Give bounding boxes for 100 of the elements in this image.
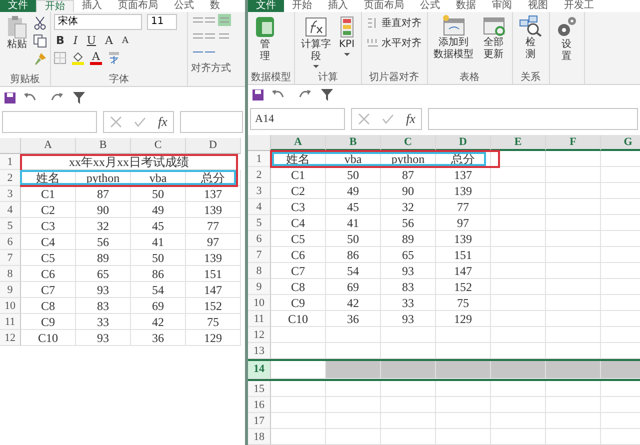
bold-button[interactable]: B	[54, 34, 66, 47]
table-cell	[491, 247, 546, 263]
column-header[interactable]: D	[186, 138, 241, 154]
row-header[interactable]: 5	[0, 218, 21, 234]
column-header[interactable]: G	[601, 135, 640, 151]
cut-icon[interactable]	[33, 16, 47, 30]
font-size-field[interactable]: 11	[147, 14, 177, 30]
paste-button[interactable]: 粘贴	[3, 14, 31, 52]
row-header[interactable]: 9	[248, 279, 271, 295]
column-header[interactable]: D	[436, 135, 491, 151]
insert-function-button[interactable]: fx	[406, 111, 416, 127]
column-header[interactable]: C	[131, 138, 186, 154]
row-header[interactable]: 1	[0, 154, 21, 170]
ribbon-tab[interactable]: 开始	[284, 0, 320, 12]
ribbon-tab[interactable]: 公式	[412, 0, 448, 12]
row-header[interactable]: 6	[0, 234, 21, 250]
row-header[interactable]: 12	[0, 330, 21, 346]
table-cell: vba	[131, 170, 186, 186]
ribbon-tab[interactable]: 视图	[520, 0, 556, 12]
ribbon-tab[interactable]: 插入	[320, 0, 356, 12]
brush-icon[interactable]	[33, 52, 47, 66]
ribbon-button[interactable]: KPI	[336, 14, 358, 57]
row-header[interactable]: 13	[248, 343, 271, 359]
select-all-corner[interactable]	[248, 135, 271, 151]
ribbon-button[interactable]: 检 测	[516, 14, 546, 62]
column-header[interactable]: E	[491, 135, 546, 151]
row-header[interactable]: 2	[248, 167, 271, 183]
column-header[interactable]: A	[21, 138, 76, 154]
check-icon[interactable]	[382, 113, 394, 125]
row-header[interactable]: 9	[0, 282, 21, 298]
ribbon-button[interactable]: 全部 更新	[478, 14, 509, 62]
row-header[interactable]: 18	[248, 429, 271, 445]
formula-field[interactable]	[180, 111, 243, 133]
ribbon-button[interactable]: 设 置	[552, 14, 581, 64]
ribbon-tab[interactable]: 数	[202, 0, 228, 12]
ribbon-tab[interactable]: 数据	[448, 0, 484, 12]
fill-color-icon[interactable]	[71, 51, 85, 65]
table-cell	[271, 429, 326, 445]
row-header[interactable]: 16	[248, 397, 271, 413]
check-icon[interactable]	[134, 116, 146, 128]
column-header[interactable]: C	[381, 135, 436, 151]
filter-icon[interactable]	[73, 92, 85, 104]
ribbon-button[interactable]: 添加到 数据模型	[430, 14, 477, 62]
font-name-field[interactable]: 宋体	[54, 14, 142, 30]
ribbon-button[interactable]: 管 理	[251, 14, 279, 64]
row-header[interactable]: 7	[0, 250, 21, 266]
row-header[interactable]: 11	[0, 314, 21, 330]
row-header[interactable]: 7	[248, 247, 271, 263]
column-header[interactable]: F	[546, 135, 601, 151]
row-header[interactable]: 6	[248, 231, 271, 247]
table-icon	[254, 14, 276, 39]
table-cell: 50	[326, 231, 381, 247]
column-header[interactable]: B	[76, 138, 131, 154]
font-color-button[interactable]: A	[90, 51, 102, 65]
ribbon-button[interactable]: 水平对齐	[364, 34, 424, 52]
save-icon[interactable]	[252, 89, 264, 102]
row-header[interactable]: 3	[248, 183, 271, 199]
ribbon-button[interactable]: 垂直对齐	[364, 14, 424, 32]
ribbon-tab[interactable]: 开发工	[556, 0, 602, 12]
row-header[interactable]: 14	[248, 361, 271, 379]
column-header[interactable]: B	[326, 135, 381, 151]
row-header[interactable]: 12	[248, 327, 271, 343]
ribbon-tab[interactable]: 插入	[74, 0, 110, 12]
row-header[interactable]: 10	[248, 295, 271, 311]
row-header[interactable]: 4	[0, 202, 21, 218]
phonetic-icon[interactable]	[106, 51, 121, 65]
insert-function-button[interactable]: fx	[158, 114, 168, 130]
ribbon-tab[interactable]: 公式	[166, 0, 202, 12]
row-header[interactable]: 3	[0, 186, 21, 202]
row-header[interactable]: 8	[248, 263, 271, 279]
row-header[interactable]: 4	[248, 199, 271, 215]
ribbon-button[interactable]: 计算字 段	[298, 14, 334, 69]
row-header[interactable]: 15	[248, 381, 271, 397]
row-header[interactable]: 5	[248, 215, 271, 231]
select-all-corner[interactable]	[0, 138, 21, 154]
filter-icon[interactable]	[321, 89, 333, 102]
row-header[interactable]: 8	[0, 266, 21, 282]
ribbon-tab[interactable]: 开始	[36, 0, 74, 12]
italic-button[interactable]: I	[71, 34, 80, 47]
save-icon[interactable]	[4, 92, 16, 104]
row-header[interactable]: 11	[248, 311, 271, 327]
name-box[interactable]	[2, 111, 97, 133]
border-icon[interactable]	[54, 52, 66, 64]
cancel-icon[interactable]	[358, 113, 370, 125]
table-cell	[491, 295, 546, 311]
grow-font-button[interactable]: A	[103, 34, 115, 47]
ribbon-tab[interactable]: 页面布局	[110, 0, 166, 12]
name-box[interactable]: A14	[250, 108, 345, 130]
table-cell	[491, 311, 546, 327]
row-header[interactable]: 10	[0, 298, 21, 314]
row-header[interactable]: 1	[248, 151, 271, 167]
shrink-font-button[interactable]: A	[120, 36, 130, 46]
copy-icon[interactable]	[33, 34, 47, 48]
formula-field[interactable]	[428, 108, 638, 130]
ribbon-tab[interactable]: 页面布局	[356, 0, 412, 12]
column-header[interactable]: A	[271, 135, 326, 151]
row-header[interactable]: 17	[248, 413, 271, 429]
underline-button[interactable]: U	[84, 34, 98, 47]
cancel-icon[interactable]	[110, 116, 122, 128]
row-header[interactable]: 2	[0, 170, 21, 186]
